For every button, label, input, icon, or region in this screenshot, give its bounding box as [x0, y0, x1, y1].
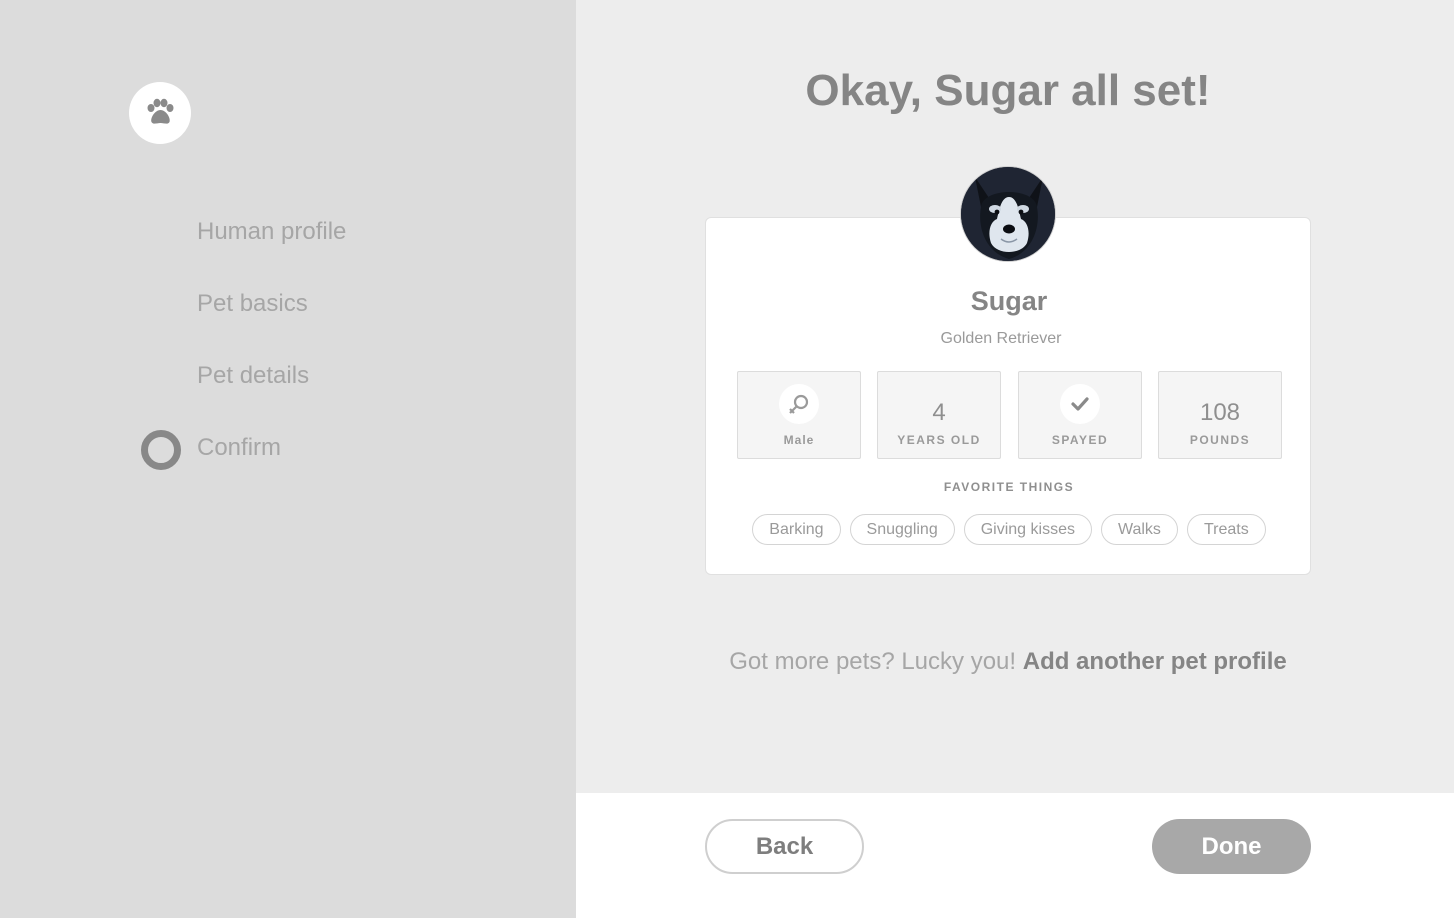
pet-name: Sugar — [970, 286, 1048, 316]
add-another-pet-link[interactable]: Add another pet profile — [1023, 648, 1287, 675]
logo — [129, 82, 191, 144]
add-pet-prompt: Got more pets? Lucky you! Add another pe… — [576, 648, 1440, 676]
favorite-tag: Barking — [752, 514, 841, 545]
favorite-tag: Giving kisses — [963, 514, 1092, 545]
step-confirm[interactable]: Confirm — [197, 434, 281, 462]
sidebar: Human profile Pet basics Pet details Con… — [0, 0, 576, 918]
step-pet-basics[interactable]: Pet basics — [197, 290, 308, 318]
footer: Back Done — [576, 793, 1454, 918]
stat-gender-label: Male — [783, 433, 815, 447]
male-symbol-icon — [789, 394, 809, 414]
step-pet-details[interactable]: Pet details — [197, 362, 309, 390]
stat-spayed-label: SPAYED — [1051, 433, 1109, 447]
favorite-tag: Snuggling — [849, 514, 955, 545]
step-human-profile[interactable]: Human profile — [197, 218, 346, 246]
stat-weight-label: POUNDS — [1189, 433, 1251, 447]
pet-avatar — [960, 166, 1056, 262]
pet-breed: Golden Retriever — [940, 330, 1062, 347]
stat-weight: 108 POUNDS — [1158, 371, 1282, 459]
favorite-things-list: Barking Snuggling Giving kisses Walks Tr… — [706, 514, 1312, 545]
favorite-tag: Walks — [1100, 514, 1178, 545]
add-pet-prompt-text: Got more pets? Lucky you! — [729, 648, 1017, 675]
stat-age-label: YEARS OLD — [897, 433, 981, 447]
done-button[interactable]: Done — [1152, 819, 1311, 874]
stat-age: 4 YEARS OLD — [877, 371, 1001, 459]
stat-weight-value: 108 — [1199, 399, 1241, 426]
stat-age-value: 4 — [932, 399, 946, 426]
current-step-marker — [141, 430, 181, 470]
paw-icon — [147, 98, 174, 124]
favorite-tag: Treats — [1186, 514, 1266, 545]
check-icon — [1071, 397, 1089, 411]
page-title: Okay, Sugar all set! — [805, 66, 1211, 115]
dog-photo — [961, 167, 1055, 261]
main-panel: Okay, Sugar all set! Sugar Golden Retrie… — [576, 0, 1454, 793]
back-button[interactable]: Back — [705, 819, 864, 874]
stat-spayed: SPAYED — [1018, 371, 1142, 459]
pet-card: Sugar Golden Retriever Male 4 YEARS OLD — [705, 217, 1311, 575]
stat-gender: Male — [737, 371, 861, 459]
favorite-things-title: FAVORITE THINGS — [943, 480, 1075, 494]
